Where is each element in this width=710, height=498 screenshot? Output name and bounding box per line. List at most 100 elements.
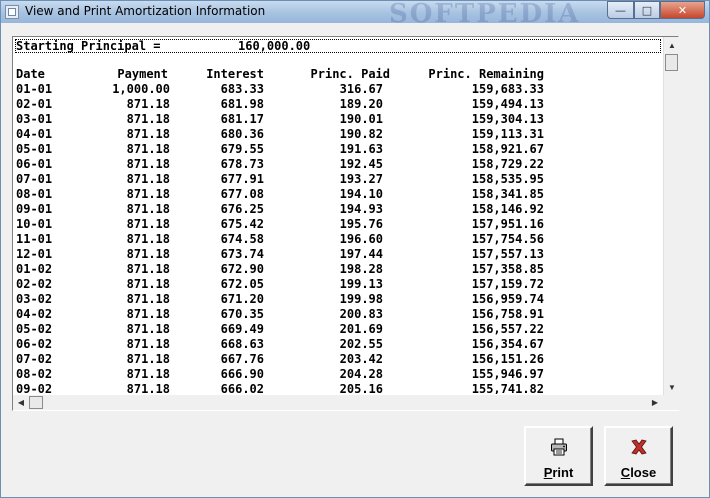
table-row: 01-01 1,000.00 683.33 316.67 159,683.33	[14, 82, 662, 97]
row-principal-remaining: 159,304.13	[471, 112, 544, 126]
row-interest: 683.33	[220, 82, 264, 96]
row-interest: 670.35	[220, 307, 264, 321]
row-interest: 666.02	[220, 382, 264, 394]
scroll-right-arrow-icon[interactable]: ▶	[647, 395, 663, 410]
row-date: 02-02	[16, 277, 53, 291]
vertical-scrollbar[interactable]: ▲ ▼	[663, 37, 680, 395]
row-principal-paid: 195.76	[339, 217, 383, 231]
scroll-left-arrow-icon[interactable]: ◀	[13, 395, 29, 410]
app-icon	[5, 5, 19, 19]
title-bar[interactable]: View and Print Amortization Information …	[1, 0, 709, 29]
row-interest: 672.05	[220, 277, 264, 291]
print-button-label: Print	[543, 465, 574, 480]
row-principal-remaining: 158,921.67	[471, 142, 544, 156]
row-principal-remaining: 156,959.74	[471, 292, 544, 306]
row-principal-remaining: 159,494.13	[471, 97, 544, 111]
row-date: 10-01	[16, 217, 53, 231]
row-payment: 871.18	[126, 97, 170, 111]
row-date: 07-02	[16, 352, 53, 366]
row-payment: 871.18	[126, 232, 170, 246]
scroll-up-arrow-icon[interactable]: ▲	[664, 37, 680, 53]
row-principal-remaining: 156,151.26	[471, 352, 544, 366]
row-interest: 676.25	[220, 202, 264, 216]
report-content: Starting Principal = 160,000.00 Date Pay…	[14, 38, 662, 394]
row-principal-paid: 192.45	[339, 157, 383, 171]
starting-principal-line: Starting Principal = 160,000.00	[15, 39, 661, 53]
table-row: 03-02 871.18 671.20 199.98 156,959.74	[14, 292, 662, 307]
row-principal-remaining: 159,683.33	[471, 82, 544, 96]
row-payment: 871.18	[126, 127, 170, 141]
row-interest: 673.74	[220, 247, 264, 261]
header-principal-paid: Princ. Paid	[310, 67, 390, 81]
row-date: 07-01	[16, 172, 53, 186]
scrollbar-corner	[663, 395, 679, 410]
table-row: 10-01 871.18 675.42 195.76 157,951.16	[14, 217, 662, 232]
vertical-scroll-thumb[interactable]	[665, 54, 678, 71]
row-payment: 871.18	[126, 157, 170, 171]
row-principal-remaining: 155,946.97	[471, 367, 544, 381]
watermark-logo: SOFTPEDIA	[389, 0, 581, 29]
table-row: 08-02 871.18 666.90 204.28 155,946.97	[14, 367, 662, 382]
header-payment: Payment	[117, 67, 168, 81]
row-principal-remaining: 158,535.95	[471, 172, 544, 186]
row-date: 06-02	[16, 337, 53, 351]
row-payment: 871.18	[126, 277, 170, 291]
row-date: 05-02	[16, 322, 53, 336]
row-principal-paid: 189.20	[339, 97, 383, 111]
row-interest: 678.73	[220, 157, 264, 171]
row-principal-paid: 199.98	[339, 292, 383, 306]
row-date: 09-01	[16, 202, 53, 216]
table-row: 07-02 871.18 667.76 203.42 156,151.26	[14, 352, 662, 367]
row-principal-remaining: 159,113.31	[471, 127, 544, 141]
horizontal-scroll-thumb[interactable]	[29, 396, 43, 409]
row-interest: 677.91	[220, 172, 264, 186]
row-date: 04-02	[16, 307, 53, 321]
row-principal-remaining: 158,146.92	[471, 202, 544, 216]
row-payment: 871.18	[126, 172, 170, 186]
horizontal-scrollbar[interactable]: ◀ ▶	[13, 395, 663, 410]
header-interest: Interest	[206, 67, 264, 81]
row-principal-paid: 205.16	[339, 382, 383, 394]
principal-value: 160,000.00	[238, 39, 311, 53]
row-payment: 871.18	[126, 142, 170, 156]
maximize-button[interactable]: □	[634, 1, 660, 19]
close-button[interactable]: Close	[604, 426, 673, 486]
row-date: 04-01	[16, 127, 53, 141]
row-principal-remaining: 157,358.85	[471, 262, 544, 276]
row-payment: 871.18	[126, 382, 170, 394]
row-principal-remaining: 156,758.91	[471, 307, 544, 321]
row-interest: 675.42	[220, 217, 264, 231]
row-principal-paid: 202.55	[339, 337, 383, 351]
row-principal-remaining: 155,741.82	[471, 382, 544, 394]
scroll-down-arrow-icon[interactable]: ▼	[664, 379, 680, 395]
table-row: 04-02 871.18 670.35 200.83 156,758.91	[14, 307, 662, 322]
row-interest: 667.76	[220, 352, 264, 366]
table-row: 02-01 871.18 681.98 189.20 159,494.13	[14, 97, 662, 112]
minimize-button[interactable]: —	[607, 1, 634, 19]
close-window-button[interactable]: ✕	[660, 1, 705, 19]
window-controls: — □ ✕	[607, 1, 705, 20]
row-principal-paid: 194.93	[339, 202, 383, 216]
table-row: 06-02 871.18 668.63 202.55 156,354.67	[14, 337, 662, 352]
row-date: 01-01	[16, 82, 53, 96]
row-principal-paid: 204.28	[339, 367, 383, 381]
print-button[interactable]: Print	[524, 426, 593, 486]
row-principal-remaining: 158,341.85	[471, 187, 544, 201]
row-principal-paid: 190.01	[339, 112, 383, 126]
table-row: 09-02 871.18 666.02 205.16 155,741.82	[14, 382, 662, 394]
window-title: View and Print Amortization Information	[25, 4, 266, 18]
row-principal-paid: 316.67	[339, 82, 383, 96]
report-viewer[interactable]: Starting Principal = 160,000.00 Date Pay…	[12, 36, 680, 411]
row-payment: 871.18	[126, 322, 170, 336]
header-date: Date	[16, 67, 45, 81]
row-principal-paid: 191.63	[339, 142, 383, 156]
row-interest: 677.08	[220, 187, 264, 201]
row-interest: 669.49	[220, 322, 264, 336]
row-interest: 679.55	[220, 142, 264, 156]
row-payment: 871.18	[126, 367, 170, 381]
row-principal-paid: 203.42	[339, 352, 383, 366]
table-row: 04-01 871.18 680.36 190.82 159,113.31	[14, 127, 662, 142]
row-date: 11-01	[16, 232, 53, 246]
row-principal-paid: 190.82	[339, 127, 383, 141]
row-principal-remaining: 156,557.22	[471, 322, 544, 336]
